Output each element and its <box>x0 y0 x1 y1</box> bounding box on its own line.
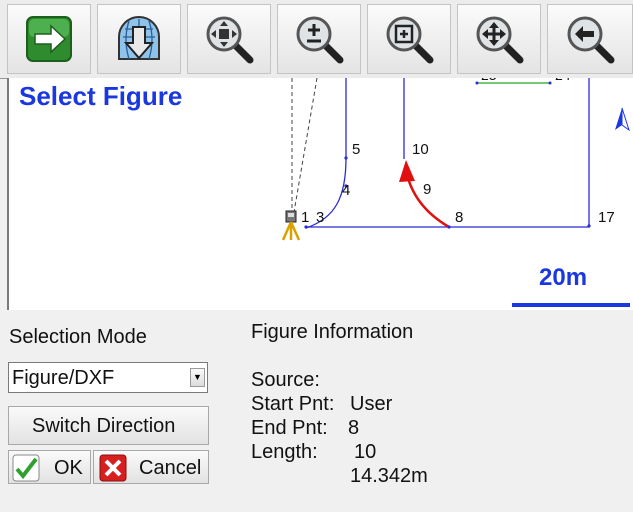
guide-line-diagonal <box>292 78 318 219</box>
point-label-9: 9 <box>423 181 431 198</box>
zoom-extents-button[interactable] <box>187 4 271 74</box>
import-button[interactable] <box>97 4 181 74</box>
close-icon <box>99 454 127 482</box>
point-marker <box>587 224 591 228</box>
direction-arrow <box>399 160 415 182</box>
ok-label: OK <box>54 457 83 479</box>
map-view[interactable]: Select Figure 23 24 1 3 4 5 10 9 8 17 <box>7 78 633 310</box>
point-label-8: 8 <box>455 209 463 226</box>
point-marker <box>447 225 451 229</box>
selection-mode-dropdown[interactable]: Figure/DXF ▼ <box>8 362 208 393</box>
point-label-5: 5 <box>352 141 360 158</box>
switch-direction-label: Switch Direction <box>32 415 176 437</box>
toolbar <box>0 0 633 79</box>
globe-download-icon <box>118 16 160 60</box>
zoom-back-icon <box>567 16 615 64</box>
bottom-panel: Selection Mode Figure/DXF ▼ Switch Direc… <box>0 310 633 487</box>
point-label-4: 4 <box>342 182 350 199</box>
partial-label-left: 23 <box>481 78 497 83</box>
selection-mode-value: Figure/DXF <box>12 367 115 389</box>
zoom-in-out-button[interactable] <box>277 4 361 74</box>
scale-bar <box>512 303 630 307</box>
checkmark-icon <box>12 454 40 482</box>
partial-label-right: 24 <box>555 78 571 83</box>
point-marker <box>344 156 348 160</box>
pan-button[interactable] <box>457 4 541 74</box>
figure-information: Figure Information Source: User Start Pn… <box>251 320 428 487</box>
point-marker <box>475 81 479 85</box>
zoom-window-button[interactable] <box>367 4 451 74</box>
figure-curve-3-5 <box>305 78 347 229</box>
ok-button[interactable]: OK <box>8 450 91 484</box>
chevron-down-icon[interactable]: ▼ <box>190 368 205 387</box>
point-label-17: 17 <box>598 209 615 226</box>
pan-arrows-icon <box>476 16 524 64</box>
figure-info-heading: Figure Information <box>251 321 414 343</box>
green-arrow-right-icon <box>26 16 72 62</box>
source-value: User <box>350 393 393 415</box>
cancel-label: Cancel <box>139 457 202 479</box>
zoom-extents-icon <box>206 16 254 64</box>
zoom-plus-minus-icon <box>296 16 344 64</box>
forward-button[interactable] <box>7 4 91 74</box>
north-arrow-icon <box>615 107 630 132</box>
start-point-value: 8 <box>348 417 360 439</box>
point-label-10: 10 <box>412 141 429 158</box>
point-marker <box>548 81 552 85</box>
scale-label: 20m <box>539 264 588 291</box>
cancel-button[interactable]: Cancel <box>93 450 209 484</box>
zoom-previous-button[interactable] <box>547 4 633 74</box>
switch-direction-button[interactable]: Switch Direction <box>8 406 209 445</box>
length-value: 14.342m <box>350 465 428 487</box>
end-point-value: 10 <box>354 441 377 463</box>
zoom-window-icon <box>386 16 434 64</box>
point-label-3: 3 <box>316 209 324 226</box>
length-key: Length: <box>251 441 318 463</box>
point-label-1: 1 <box>301 209 309 226</box>
selection-mode-label: Selection Mode <box>9 326 147 348</box>
instrument-tripod-icon <box>281 210 301 241</box>
